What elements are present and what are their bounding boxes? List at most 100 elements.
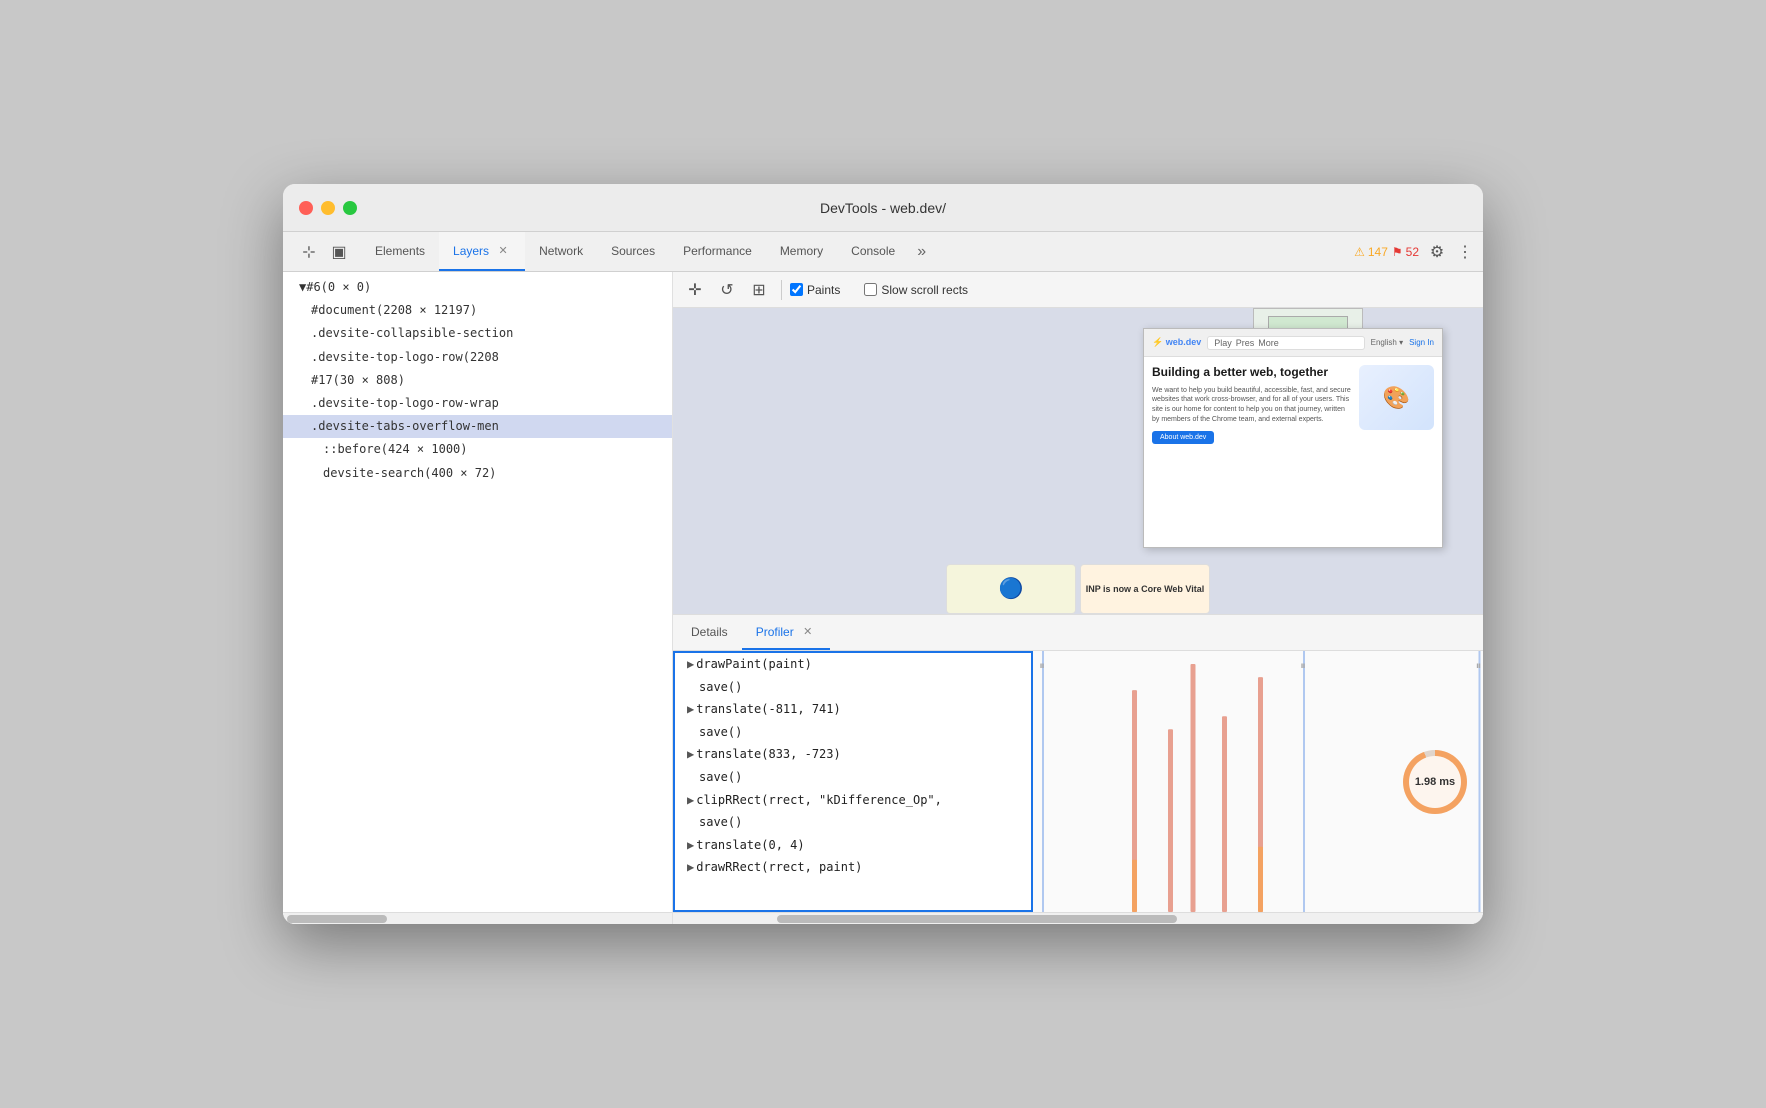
tab-network[interactable]: Network — [525, 232, 597, 271]
list-item[interactable]: ▼#6(0 × 0) — [283, 276, 672, 299]
close-button[interactable] — [299, 201, 313, 215]
scrollbar-thumb[interactable] — [777, 915, 1177, 923]
code-text: save() — [699, 770, 742, 784]
code-line[interactable]: ▶drawPaint(paint) — [675, 653, 1031, 676]
preview-body: Building a better web, together We want … — [1144, 357, 1442, 452]
svg-text:⏸: ⏸ — [1300, 660, 1306, 672]
layers-scrollbar[interactable] — [283, 912, 672, 924]
slow-scroll-checkbox[interactable] — [864, 283, 877, 296]
tab-layers-close[interactable]: ✕ — [495, 243, 511, 259]
list-item[interactable]: .devsite-tabs-overflow-men — [283, 415, 672, 438]
layer-label: .devsite-top-logo-row(2208 — [311, 350, 499, 364]
toolbar-separator — [781, 280, 782, 300]
layer-label: .devsite-collapsible-section — [311, 326, 513, 340]
warning-icon: ⚠ — [1354, 245, 1365, 259]
preview-card-2: INP is now a Core Web Vital — [1080, 564, 1210, 614]
code-line[interactable]: save() — [675, 811, 1031, 834]
website-preview: ⚡ web.dev Play Pres More English ▾ Sign … — [673, 308, 1483, 614]
layers-panel: ▼#6(0 × 0) #document(2208 × 12197) .devs… — [283, 272, 673, 924]
right-panel: ✛ ↺ ⊞ Paints Slow scroll rects — [673, 272, 1483, 924]
devtools-window: DevTools - web.dev/ ⊹ ▣ Elements Layers … — [283, 184, 1483, 924]
code-text: translate(833, -723) — [696, 747, 841, 761]
preview-body-text: We want to help you build beautiful, acc… — [1152, 386, 1353, 425]
profiler-scrollbar[interactable] — [673, 912, 1483, 924]
list-item[interactable]: #document(2208 × 12197) — [283, 299, 672, 322]
preview-frame-header: ⚡ web.dev Play Pres More English ▾ Sign … — [1144, 329, 1442, 357]
code-text: save() — [699, 725, 742, 739]
paints-checkbox-label[interactable]: Paints — [790, 283, 840, 297]
preview-lang: English ▾ — [1371, 338, 1403, 347]
code-text: clipRRect(rrect, "kDifference_Op", — [696, 793, 942, 807]
rotate-tool-button[interactable]: ↺ — [713, 276, 741, 304]
svg-text:⏸: ⏸ — [1039, 660, 1045, 672]
layer-label: .devsite-top-logo-row-wrap — [311, 396, 499, 410]
error-badge: ⚑ 52 — [1392, 245, 1419, 259]
tab-layers[interactable]: Layers ✕ — [439, 232, 525, 271]
more-tabs-button[interactable]: » — [909, 232, 934, 271]
code-line[interactable]: ▶drawRRect(rrect, paint) — [675, 856, 1031, 879]
main-content: ▼#6(0 × 0) #document(2208 × 12197) .devs… — [283, 272, 1483, 924]
list-item[interactable]: .devsite-top-logo-row(2208 — [283, 346, 672, 369]
code-line[interactable]: ▶translate(-811, 741) — [675, 698, 1031, 721]
warning-count: 147 — [1368, 245, 1388, 259]
list-item[interactable]: #17(30 × 808) — [283, 369, 672, 392]
tab-memory[interactable]: Memory — [766, 232, 837, 271]
profiler-content: ▶drawPaint(paint) save() ▶translate(-811… — [673, 651, 1483, 912]
tab-details[interactable]: Details — [677, 615, 742, 650]
preview-heading: Building a better web, together — [1152, 365, 1353, 381]
code-line[interactable]: save() — [675, 676, 1031, 699]
layers-list[interactable]: ▼#6(0 × 0) #document(2208 × 12197) .devs… — [283, 272, 672, 912]
preview-signin: Sign In — [1409, 338, 1434, 347]
code-text: save() — [699, 680, 742, 694]
cursor-icon[interactable]: ⊹ — [295, 238, 323, 266]
warning-badge: ⚠ 147 — [1354, 245, 1388, 259]
layer-label: #17(30 × 808) — [311, 373, 405, 387]
scrollbar-thumb[interactable] — [287, 915, 387, 923]
minimize-button[interactable] — [321, 201, 335, 215]
more-options-button[interactable]: ⋮ — [1455, 238, 1475, 266]
tab-sources[interactable]: Sources — [597, 232, 669, 271]
layer-label: .devsite-tabs-overflow-men — [311, 419, 499, 433]
list-item[interactable]: devsite-search(400 × 72) — [283, 462, 672, 485]
code-text: drawRRect(rrect, paint) — [696, 860, 862, 874]
tab-elements[interactable]: Elements — [361, 232, 439, 271]
list-item[interactable]: ::before(424 × 1000) — [283, 438, 672, 461]
move-tool-button[interactable]: ✛ — [681, 276, 709, 304]
code-line[interactable]: ▶translate(0, 4) — [675, 834, 1031, 857]
code-tree[interactable]: ▶drawPaint(paint) save() ▶translate(-811… — [673, 651, 1033, 912]
bottom-panel: Details Profiler ✕ ▶drawPaint(paint) — [673, 614, 1483, 924]
tab-profiler[interactable]: Profiler ✕ — [742, 615, 830, 650]
code-text: translate(-811, 741) — [696, 702, 841, 716]
paints-checkbox[interactable] — [790, 283, 803, 296]
traffic-lights — [299, 201, 357, 215]
code-line[interactable]: ▶translate(833, -723) — [675, 743, 1031, 766]
tab-right-actions: ⚠ 147 ⚑ 52 ⚙ ⋮ — [1354, 232, 1483, 271]
settings-button[interactable]: ⚙ — [1423, 238, 1451, 266]
code-text: translate(0, 4) — [696, 838, 804, 852]
list-item[interactable]: .devsite-collapsible-section — [283, 322, 672, 345]
layers-toolbar: ✛ ↺ ⊞ Paints Slow scroll rects — [673, 272, 1483, 308]
device-icon[interactable]: ▣ — [325, 238, 353, 266]
maximize-button[interactable] — [343, 201, 357, 215]
preview-image: 🎨 — [1359, 365, 1434, 444]
layer-label: ::before(424 × 1000) — [323, 442, 468, 456]
code-text: drawPaint(paint) — [696, 657, 812, 671]
list-item[interactable]: .devsite-top-logo-row-wrap — [283, 392, 672, 415]
titlebar: DevTools - web.dev/ — [283, 184, 1483, 232]
slow-scroll-checkbox-label[interactable]: Slow scroll rects — [864, 283, 968, 297]
code-line[interactable]: ▶clipRRect(rrect, "kDifference_Op", — [675, 789, 1031, 812]
preview-domain: ⚡ web.dev — [1152, 337, 1201, 348]
tab-console[interactable]: Console — [837, 232, 909, 271]
code-line[interactable]: save() — [675, 766, 1031, 789]
tab-icons: ⊹ ▣ — [287, 232, 361, 271]
code-text: save() — [699, 815, 742, 829]
tab-performance[interactable]: Performance — [669, 232, 766, 271]
preview-url-bar: Play Pres More — [1207, 336, 1364, 350]
layer-label: ▼#6(0 × 0) — [299, 280, 371, 294]
code-line[interactable]: save() — [675, 721, 1031, 744]
tab-profiler-close[interactable]: ✕ — [800, 624, 816, 640]
timer-circle: 1.98 ms — [1403, 750, 1467, 814]
layer-label: #document(2208 × 12197) — [311, 303, 477, 317]
reset-tool-button[interactable]: ⊞ — [745, 276, 773, 304]
svg-text:⏸: ⏸ — [1476, 660, 1482, 672]
